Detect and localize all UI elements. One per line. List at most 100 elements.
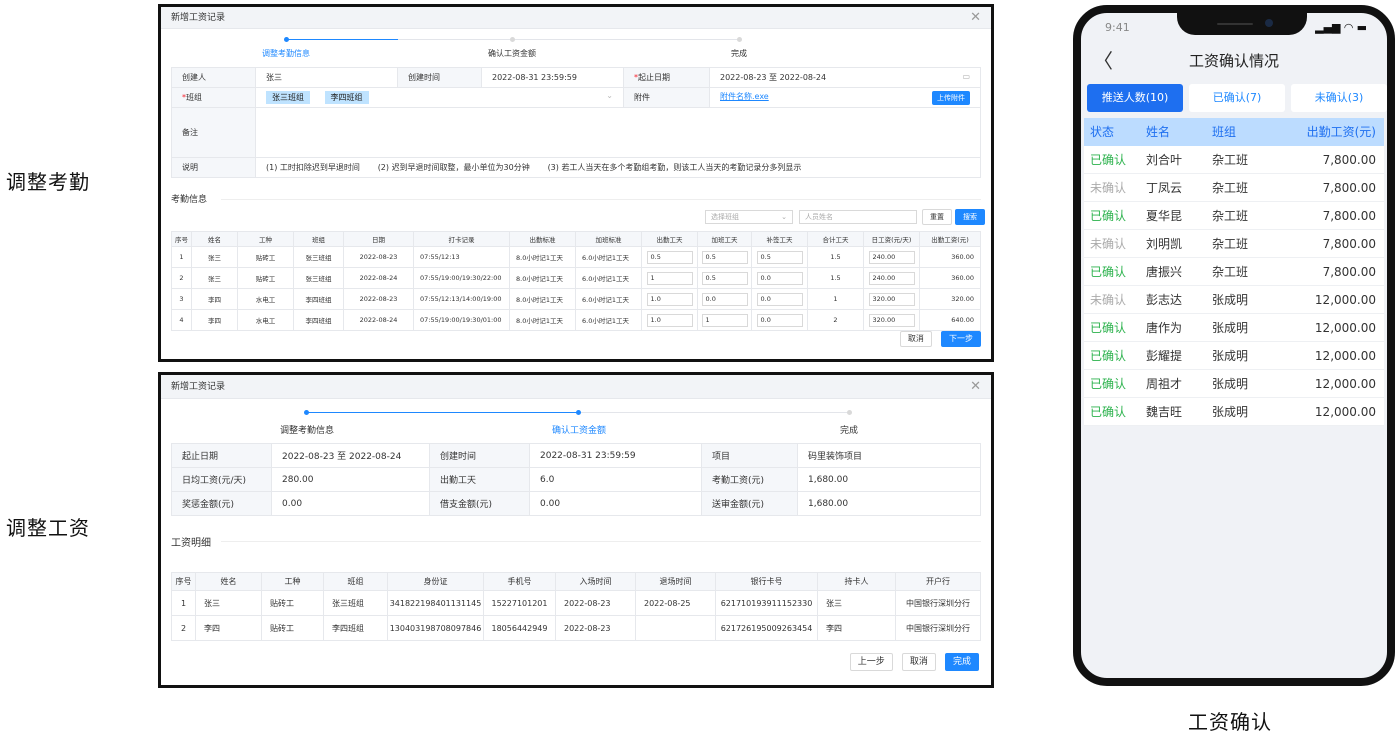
modal-footer: 上一步 取消 完成 — [846, 649, 979, 671]
edit-input[interactable]: 1.0 — [646, 313, 693, 327]
edit-input[interactable]: 320.00 — [868, 292, 915, 306]
edit-input[interactable]: 1 — [701, 313, 748, 327]
table-cell: 4 — [171, 309, 192, 331]
table-cell: 15227101201 — [483, 590, 556, 616]
table-row: 2 李四 贴砖工 李四班组 130403198708097846 18056442949 2… — [171, 615, 981, 641]
list-item[interactable]: 已确认 夏华昆 杂工班 7,800.00 — [1084, 202, 1384, 230]
remark-textarea[interactable] — [255, 107, 981, 158]
list-item[interactable]: 已确认 周祖才 张成明 12,000.00 — [1084, 370, 1384, 398]
column-header: 出勤工资(元) — [919, 231, 981, 247]
table-row: 4 李四 水电工 李四班组 2022-08-24 07:55/19:00/19:30/01… — [171, 309, 981, 331]
edit-input[interactable]: 0.5 — [701, 250, 748, 264]
team-filter-select[interactable]: 选择班组 ⌄ — [705, 210, 793, 224]
confirm-list: 状态 姓名 班组 出勤工资(元) 已确认 刘合叶 杂工班 7,800.00 未确认 丁凤云… — [1084, 118, 1384, 426]
worker-name: 唐振兴 — [1146, 265, 1183, 279]
column-header: 出勤工天 — [641, 231, 698, 247]
list-item[interactable]: 已确认 唐作为 张成明 12,000.00 — [1084, 314, 1384, 342]
list-item[interactable]: 已确认 彭耀提 张成明 12,000.00 — [1084, 342, 1384, 370]
table-cell: 6.0小时记1工天 — [575, 246, 642, 268]
status-badge: 未确认 — [1090, 181, 1127, 195]
column-header: 打卡记录 — [413, 231, 510, 247]
worker-name: 唐作为 — [1146, 321, 1183, 335]
modal-title: 新增工资记录 — [171, 382, 226, 392]
table-cell: 6.0小时记1工天 — [575, 267, 642, 289]
summary-value: 6.0 — [529, 467, 702, 492]
worker-team: 张成明 — [1212, 405, 1249, 419]
edit-input[interactable]: 240.00 — [868, 271, 915, 285]
summary-value: 0.00 — [271, 491, 430, 516]
next-step-button[interactable]: 下一步 — [941, 331, 981, 347]
summary-label: 起止日期 — [171, 443, 272, 468]
date-range-picker[interactable]: 2022-08-23 至 2022-08-24 ▭ — [709, 67, 981, 88]
tab-pushed[interactable]: 推送人数(10) — [1087, 84, 1183, 112]
edit-input[interactable]: 0.5 — [756, 250, 803, 264]
list-header: 状态 姓名 班组 出勤工资(元) — [1084, 118, 1384, 146]
worker-team: 张成明 — [1212, 377, 1249, 391]
team-select[interactable]: 张三班组 李四班组 ⌄ — [255, 87, 624, 108]
step-label-2: 确认工资金额 — [551, 426, 607, 436]
status-badge: 已确认 — [1090, 265, 1127, 279]
finish-button[interactable]: 完成 — [944, 653, 979, 671]
worker-team: 张成明 — [1212, 293, 1249, 307]
edit-input[interactable]: 1 — [646, 271, 693, 285]
table-cell — [635, 615, 716, 641]
reset-button[interactable]: 重置 — [922, 209, 952, 225]
confirm-tabs: 推送人数(10) 已确认(7) 未确认(3) — [1087, 84, 1387, 112]
search-button[interactable]: 搜索 — [955, 209, 985, 225]
list-item[interactable]: 未确认 刘明凯 杂工班 7,800.00 — [1084, 230, 1384, 258]
edit-input[interactable]: 1.0 — [646, 292, 693, 306]
cancel-button[interactable]: 取消 — [901, 653, 936, 671]
step-label-3: 完成 — [731, 49, 747, 58]
worker-name: 刘合叶 — [1146, 153, 1183, 167]
tab-confirmed[interactable]: 已确认(7) — [1189, 84, 1285, 112]
summary-row: 日均工资(元/天) 280.00 出勤工天 6.0 考勤工资(元) 1,680.00 — [171, 467, 981, 492]
table-cell: 07:55/12:13/14:00/19:00 — [413, 288, 510, 310]
table-cell: 贴砖工 — [261, 615, 324, 641]
column-header: 加班工天 — [697, 231, 752, 247]
list-item[interactable]: 已确认 唐振兴 杂工班 7,800.00 — [1084, 258, 1384, 286]
edit-input[interactable]: 0.0 — [756, 292, 803, 306]
edit-input[interactable]: 0.0 — [756, 313, 803, 327]
table-cell: 621710193911152330 — [715, 590, 818, 616]
table-row: 1 张三 贴砖工 张三班组 2022-08-23 07:55/12:13 8.0小时记1工天… — [171, 246, 981, 268]
table-cell: 2022-08-23 — [343, 246, 414, 268]
table-cell: 1.5 — [807, 246, 864, 268]
edit-input[interactable]: 0.5 — [646, 250, 693, 264]
edit-input[interactable]: 0.0 — [756, 271, 803, 285]
column-header: 日期 — [343, 231, 414, 247]
list-item[interactable]: 未确认 彭志达 张成明 12,000.00 — [1084, 286, 1384, 314]
prev-step-button[interactable]: 上一步 — [849, 653, 893, 671]
table-cell: 8.0小时记1工天 — [509, 246, 576, 268]
worker-wage: 7,800.00 — [1322, 237, 1376, 251]
label-adjust-attendance: 调整考勤 — [6, 170, 90, 194]
wage-summary: 起止日期 2022-08-23 至 2022-08-24 创建时间 2022-08-3… — [171, 443, 981, 516]
step-label-3: 完成 — [839, 426, 859, 436]
tab-unconfirmed[interactable]: 未确认(3) — [1291, 84, 1387, 112]
list-item[interactable]: 未确认 丁凤云 杂工班 7,800.00 — [1084, 174, 1384, 202]
list-item[interactable]: 已确认 刘合叶 杂工班 7,800.00 — [1084, 146, 1384, 174]
edit-input[interactable]: 320.00 — [868, 313, 915, 327]
table-cell: 2022-08-24 — [343, 309, 414, 331]
list-item[interactable]: 已确认 魏吉旺 张成明 12,000.00 — [1084, 398, 1384, 426]
cancel-button[interactable]: 取消 — [899, 331, 932, 347]
team-tag[interactable]: 李四班组 — [324, 91, 369, 104]
worker-team: 杂工班 — [1212, 237, 1249, 251]
table-cell: 2022-08-23 — [343, 288, 414, 310]
table-cell: 1 — [641, 267, 698, 289]
back-icon[interactable]: 〈 — [1093, 43, 1113, 79]
name-filter-input[interactable]: 人员姓名 — [799, 210, 917, 224]
team-tag[interactable]: 张三班组 — [266, 91, 310, 104]
edit-input[interactable]: 0.5 — [701, 271, 748, 285]
upload-attachment-button[interactable]: 上传附件 — [932, 90, 970, 105]
close-icon[interactable]: ✕ — [970, 375, 981, 399]
filter-bar: 选择班组 ⌄ 人员姓名 重置 搜索 — [161, 208, 991, 228]
table-cell: 张三班组 — [293, 246, 344, 268]
table-cell: 李四 — [817, 615, 896, 641]
attachment-link[interactable]: 附件名称.exe — [720, 92, 769, 101]
column-header: 身份证 — [387, 572, 484, 591]
edit-input[interactable]: 0.0 — [701, 292, 748, 306]
close-icon[interactable]: ✕ — [970, 7, 981, 29]
attendance-table: 序号 姓名 工种 班组 日期 打卡记录 出勤标准 加班标准 出勤工天 加班工天 补签工天 合计工天 日工… — [171, 231, 981, 331]
edit-input[interactable]: 240.00 — [868, 250, 915, 264]
table-cell: 360.00 — [919, 267, 981, 289]
